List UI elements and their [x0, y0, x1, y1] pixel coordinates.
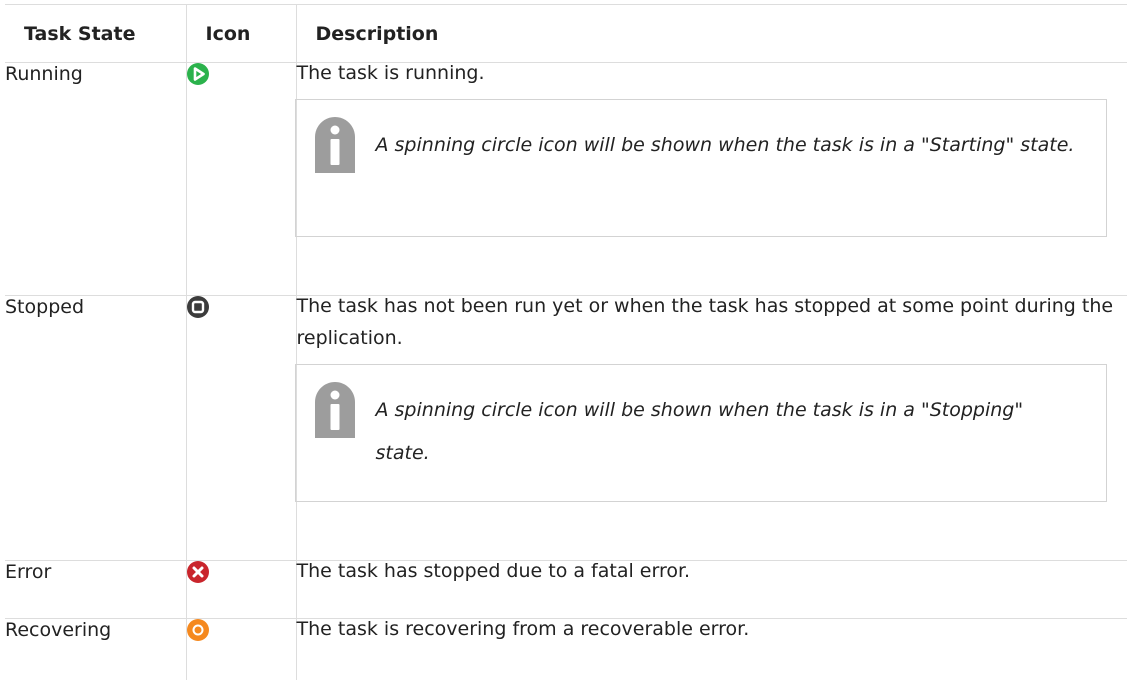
note-text: A spinning circle icon will be shown whe… — [375, 134, 1075, 156]
recovering-spinner-icon — [186, 619, 209, 641]
state-description: The task is running. — [296, 62, 485, 84]
table-row: Running The task is running. A spinning … — [5, 62, 1127, 296]
note-text: A spinning circle icon will be shown whe… — [375, 399, 1024, 464]
header-icon: Icon — [185, 4, 296, 63]
error-x-icon — [186, 561, 209, 583]
info-icon — [314, 117, 355, 173]
state-name: Running — [5, 62, 186, 296]
state-name: Recovering — [5, 619, 112, 641]
table-header-row: Task State Icon Description — [5, 4, 1127, 63]
state-description: The task has not been run yet or when th… — [296, 295, 1114, 349]
table-row: Stopped The task has not been run yet or… — [5, 295, 1127, 561]
table-row: Recovering The task is recovering from a… — [5, 618, 1127, 680]
table-row: Error The task has stopped due to a fata… — [5, 560, 1127, 619]
state-description: The task is recovering from a recoverabl… — [296, 618, 750, 640]
task-state-table: Task State Icon Description Running The … — [5, 4, 1127, 680]
stopped-square-icon — [186, 296, 209, 318]
header-description: Description — [295, 4, 1127, 63]
state-description: The task has stopped due to a fatal erro… — [296, 560, 691, 582]
state-name: Error — [5, 560, 186, 619]
note-box: A spinning circle icon will be shown whe… — [294, 364, 1107, 502]
info-icon — [314, 382, 355, 438]
running-play-icon — [186, 63, 209, 85]
state-name: Stopped — [5, 295, 186, 561]
header-task-state: Task State — [5, 4, 186, 63]
note-box: A spinning circle icon will be shown whe… — [294, 99, 1107, 237]
